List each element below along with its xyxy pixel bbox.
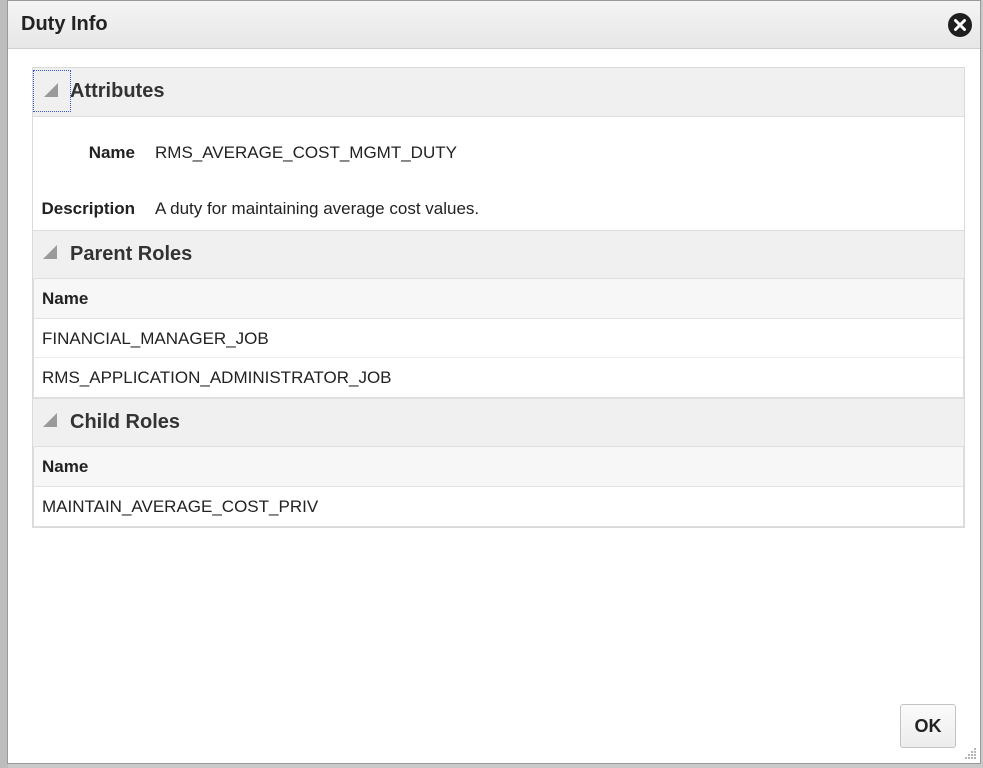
ok-button[interactable]: OK — [900, 704, 956, 748]
table-row[interactable]: RMS_APPLICATION_ADMINISTRATOR_JOB — [34, 358, 963, 397]
table-row[interactable]: MAINTAIN_AVERAGE_COST_PRIV — [34, 487, 963, 526]
name-value: RMS_AVERAGE_COST_MGMT_DUTY — [155, 143, 457, 162]
table-row[interactable]: FINANCIAL_MANAGER_JOB — [34, 319, 963, 358]
parent-roles-disclosure-toggle[interactable] — [40, 242, 64, 266]
attributes-section-header[interactable]: Attributes — [33, 68, 964, 117]
child-roles-section-header[interactable]: Child Roles — [33, 398, 964, 447]
duty-info-dialog: Duty Info Attributes Name RMS_AVERAGE_CO… — [7, 0, 981, 764]
section-title-parent-roles: Parent Roles — [70, 243, 193, 265]
dialog-header: Duty Info — [8, 1, 980, 49]
child-roles-table: Name MAINTAIN_AVERAGE_COST_PRIV — [33, 447, 964, 527]
triangle-expanded-icon — [43, 413, 57, 427]
table-header: Name — [34, 279, 963, 319]
table-header: Name — [34, 447, 963, 487]
name-label: Name — [88, 143, 135, 162]
child-roles-disclosure-toggle[interactable] — [40, 410, 64, 434]
role-name: FINANCIAL_MANAGER_JOB — [42, 329, 269, 348]
section-title-child-roles: Child Roles — [70, 411, 181, 433]
description-label: Description — [41, 199, 135, 218]
column-header-name: Name — [42, 289, 89, 308]
dialog-title: Duty Info — [21, 13, 108, 35]
attributes-disclosure-toggle[interactable] — [33, 70, 71, 112]
parent-roles-section-header[interactable]: Parent Roles — [33, 230, 964, 279]
column-header-name: Name — [42, 457, 89, 476]
triangle-expanded-icon — [43, 245, 57, 259]
dialog-body: Attributes Name RMS_AVERAGE_COST_MGMT_DU… — [32, 67, 965, 528]
description-value: A duty for maintaining average cost valu… — [155, 199, 480, 218]
close-icon[interactable] — [948, 13, 972, 37]
attributes-content: Name RMS_AVERAGE_COST_MGMT_DUTY Descript… — [33, 117, 964, 230]
section-title-attributes: Attributes — [70, 80, 165, 102]
role-name: MAINTAIN_AVERAGE_COST_PRIV — [42, 497, 319, 516]
resize-grip-icon[interactable] — [963, 746, 977, 760]
parent-roles-table: Name FINANCIAL_MANAGER_JOB RMS_APPLICATI… — [33, 279, 964, 398]
triangle-expanded-icon — [44, 83, 58, 97]
role-name: RMS_APPLICATION_ADMINISTRATOR_JOB — [42, 368, 392, 387]
